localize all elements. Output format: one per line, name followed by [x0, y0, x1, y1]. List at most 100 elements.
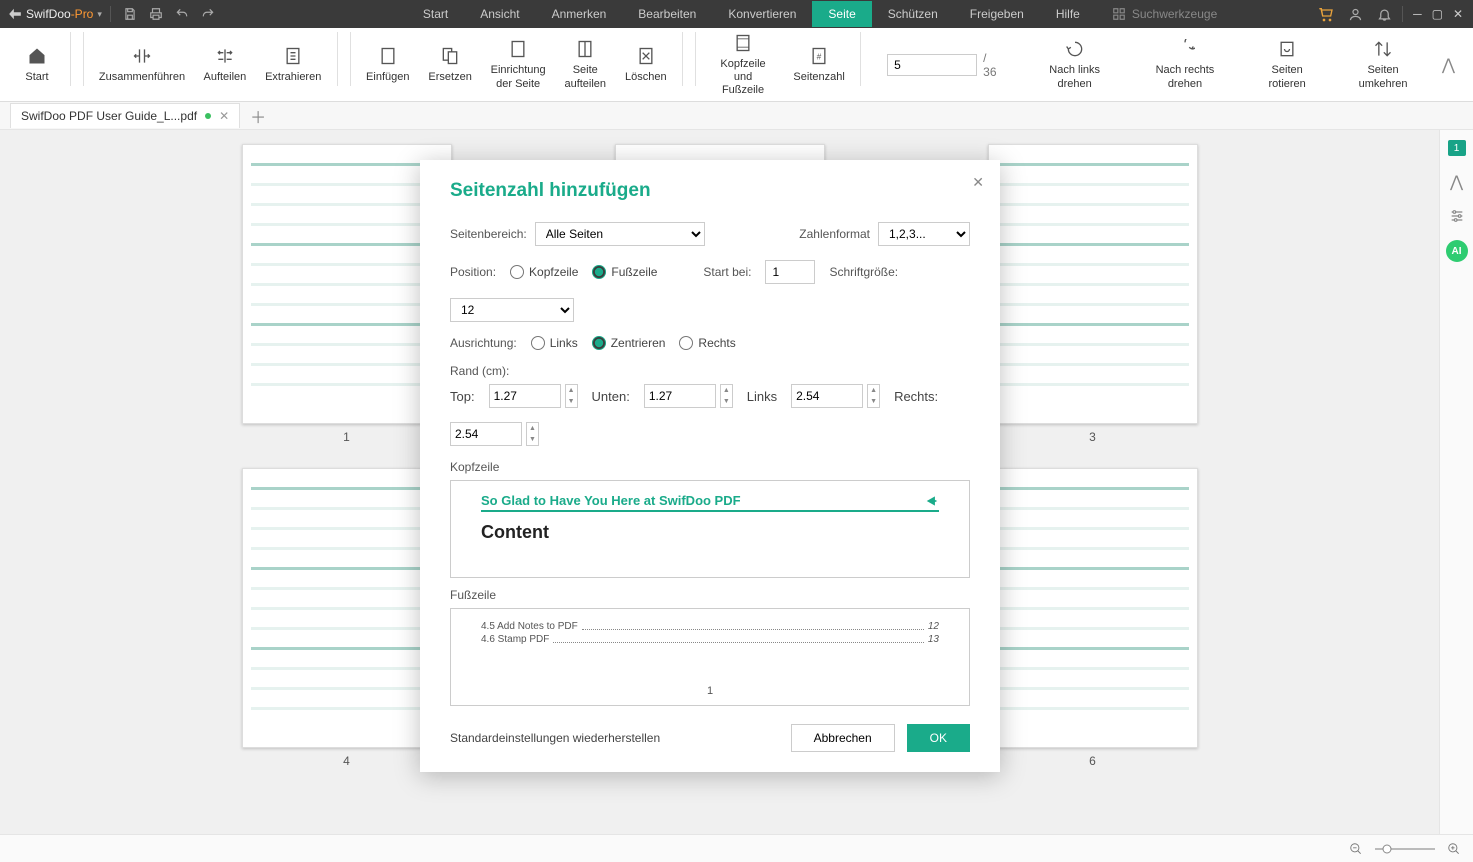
- add-tab-button[interactable]: ＋: [250, 104, 266, 128]
- print-icon[interactable]: [149, 7, 163, 21]
- ribbon-seitenzahl-button[interactable]: #Seitenzahl: [784, 32, 854, 98]
- footer-preview: 4.5 Add Notes to PDF124.6 Stamp PDF13 1: [450, 608, 970, 706]
- ribbon-icon: [377, 45, 399, 67]
- ribbon-icon: [439, 45, 461, 67]
- spin-arrows-icon[interactable]: ▲▼: [720, 384, 733, 408]
- rotate-right-button[interactable]: Nach rechts drehen: [1128, 38, 1242, 90]
- settings-sliders-icon[interactable]: [1449, 208, 1465, 224]
- reverse-pages-button[interactable]: Seiten umkehren: [1332, 38, 1434, 90]
- cart-icon[interactable]: [1318, 6, 1334, 22]
- margin-top-input[interactable]: [489, 384, 561, 408]
- zoom-slider[interactable]: [1375, 844, 1435, 854]
- font-size-label: Schriftgröße:: [829, 265, 898, 279]
- align-left-radio[interactable]: Links: [531, 336, 578, 350]
- header-section-label: Kopfzeile: [450, 460, 970, 474]
- swifdoo-icon: [8, 7, 22, 21]
- margin-bottom-input[interactable]: [644, 384, 716, 408]
- dialog-close-icon[interactable]: ✕: [972, 174, 984, 191]
- margin-bottom-label: Unten:: [592, 389, 630, 404]
- undo-icon[interactable]: [175, 7, 189, 21]
- ok-button[interactable]: OK: [907, 724, 970, 752]
- margin-label: Rand (cm):: [450, 364, 970, 378]
- menu-item-schützen[interactable]: Schützen: [872, 1, 954, 27]
- page-range-select[interactable]: Alle Seiten: [535, 222, 705, 246]
- ribbon-löschen-button[interactable]: Löschen: [616, 32, 677, 98]
- zoom-out-icon[interactable]: [1349, 842, 1363, 856]
- reset-defaults-link[interactable]: Standardeinstellungen wiederherstellen: [450, 731, 660, 745]
- ribbon-aufteilen-button[interactable]: Aufteilen: [194, 32, 256, 98]
- ribbon-einfügen-button[interactable]: Einfügen: [357, 32, 419, 98]
- number-format-select[interactable]: 1,2,3...: [878, 222, 970, 246]
- spin-arrows-icon[interactable]: ▲▼: [867, 384, 880, 408]
- menu-item-anmerken[interactable]: Anmerken: [536, 1, 623, 27]
- page-number-control: / 36: [867, 51, 1021, 79]
- maximize-icon[interactable]: ▢: [1432, 7, 1443, 21]
- dropdown-icon[interactable]: ▾: [97, 9, 102, 20]
- document-tab[interactable]: SwifDoo PDF User Guide_L...pdf ✕: [10, 103, 240, 128]
- dialog-title: Seitenzahl hinzufügen: [450, 180, 970, 202]
- header-preview-title: So Glad to Have You Here at SwifDoo PDF: [481, 493, 741, 508]
- ribbon-seite-aufteilen-button[interactable]: Seiteaufteilen: [555, 32, 616, 98]
- zoom-in-icon[interactable]: [1447, 842, 1461, 856]
- rotate-left-button[interactable]: Nach links drehen: [1021, 38, 1127, 90]
- ribbon-extrahieren-button[interactable]: Extrahieren: [256, 32, 331, 98]
- main-menu: StartAnsichtAnmerkenBearbeitenKonvertier…: [407, 1, 1096, 27]
- redo-icon[interactable]: [201, 7, 215, 21]
- tab-close-icon[interactable]: ✕: [219, 109, 229, 123]
- menu-item-hilfe[interactable]: Hilfe: [1040, 1, 1096, 27]
- ai-assistant-icon[interactable]: AI: [1446, 240, 1468, 262]
- save-icon[interactable]: [123, 7, 137, 21]
- ribbon-start-button[interactable]: Start: [10, 32, 64, 98]
- cancel-button[interactable]: Abbrechen: [791, 724, 895, 752]
- page-total: / 36: [983, 51, 1001, 79]
- position-footer-radio[interactable]: Fußzeile: [592, 265, 657, 279]
- chevron-up-icon[interactable]: ⋀: [1450, 172, 1463, 192]
- menu-item-seite[interactable]: Seite: [812, 1, 871, 27]
- add-page-number-dialog: ✕ Seitenzahl hinzufügen Seitenbereich: A…: [420, 160, 1000, 772]
- ribbon-icon: [282, 45, 304, 67]
- bell-icon[interactable]: [1377, 7, 1392, 22]
- position-header-radio[interactable]: Kopfzeile: [510, 265, 578, 279]
- ribbon-zusammenführen-button[interactable]: Zusammenführen: [90, 32, 194, 98]
- document-tabs: SwifDoo PDF User Guide_L...pdf ✕ ＋: [0, 102, 1473, 130]
- font-size-select[interactable]: 12: [450, 298, 574, 322]
- page-number-input[interactable]: [887, 54, 977, 76]
- menu-item-start[interactable]: Start: [407, 1, 464, 27]
- align-right-radio[interactable]: Rechts: [679, 336, 735, 350]
- ribbon-icon: [635, 45, 657, 67]
- menu-item-konvertieren[interactable]: Konvertieren: [712, 1, 812, 27]
- document-tab-title: SwifDoo PDF User Guide_L...pdf: [21, 109, 197, 123]
- svg-text:#: #: [817, 51, 822, 61]
- rotate-pages-button[interactable]: Seiten rotieren: [1242, 38, 1332, 90]
- start-at-label: Start bei:: [703, 265, 751, 279]
- spin-arrows-icon[interactable]: ▲▼: [565, 384, 578, 408]
- footer-page-number: 1: [451, 685, 969, 697]
- menu-item-bearbeiten[interactable]: Bearbeiten: [622, 1, 712, 27]
- position-label: Position:: [450, 265, 496, 279]
- ribbon-icon: [214, 45, 236, 67]
- header-preview: So Glad to Have You Here at SwifDoo PDF …: [450, 480, 970, 578]
- ribbon-ersetzen-button[interactable]: Ersetzen: [419, 32, 481, 98]
- ribbon-einrichtung-der-seite-button[interactable]: Einrichtungder Seite: [481, 32, 555, 98]
- align-center-radio[interactable]: Zentrieren: [592, 336, 666, 350]
- search-tools[interactable]: Suchwerkzeuge: [1112, 7, 1217, 21]
- margin-left-input[interactable]: [791, 384, 863, 408]
- window-controls: ─ ▢ ✕: [1403, 7, 1473, 21]
- page-count-badge[interactable]: 1: [1448, 140, 1466, 156]
- ribbon-collapse-icon[interactable]: ⋀: [1434, 55, 1463, 75]
- right-icon-strip: 1 ⋀ AI: [1439, 130, 1473, 834]
- ribbon-kopfzeile-und-fußzeile-button[interactable]: Kopfzeileund Fußzeile: [702, 32, 784, 98]
- user-icon[interactable]: [1348, 7, 1363, 22]
- app-logo: SwifDoo-Pro ▾: [0, 7, 110, 21]
- spin-arrows-icon[interactable]: ▲▼: [526, 422, 539, 446]
- start-at-input[interactable]: [765, 260, 815, 284]
- close-icon[interactable]: ✕: [1453, 7, 1463, 21]
- ribbon-icon: [131, 45, 153, 67]
- minimize-icon[interactable]: ─: [1413, 7, 1422, 21]
- menu-item-ansicht[interactable]: Ansicht: [464, 1, 535, 27]
- menu-item-freigeben[interactable]: Freigeben: [954, 1, 1040, 27]
- grid-icon: [1112, 7, 1126, 21]
- ribbon: Start ZusammenführenAufteilenExtrahieren E…: [0, 28, 1473, 102]
- margin-right-input[interactable]: [450, 422, 522, 446]
- titlebar-right: [1308, 6, 1402, 22]
